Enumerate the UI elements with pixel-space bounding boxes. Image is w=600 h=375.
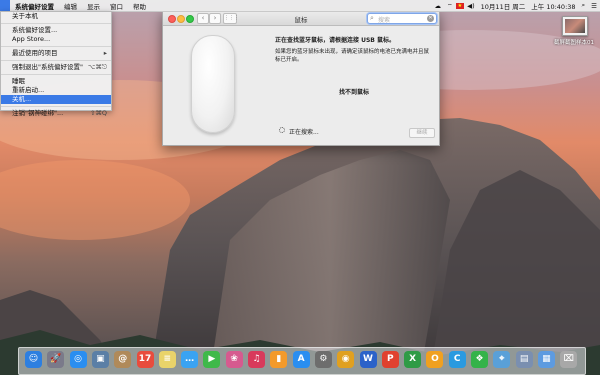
magic-mouse-illustration xyxy=(191,35,235,133)
dock-wps-writer-icon[interactable]: W xyxy=(359,351,377,368)
dock: ☺ 🚀 ◎ ▣ @17 ≡ … ▶ ❀ ♫ ▮ A ⚙ ◉ W P X O C ❖ ⌖ ▤ ▦ ⌧ xyxy=(18,347,586,375)
menu-item-system-preferences[interactable]: 系统偏好设置... xyxy=(1,26,111,35)
menu-app-name[interactable]: 系统偏好设置 xyxy=(10,1,59,11)
menu-item-app-store[interactable]: App Store... xyxy=(1,35,111,44)
not-found-label: 找不到鼠标 xyxy=(339,89,370,96)
menu-item-sleep[interactable]: 睡眠 xyxy=(1,77,111,86)
menu-separator xyxy=(1,46,111,47)
dock-maps-icon[interactable]: ⌖ xyxy=(493,351,511,368)
desktop-file-icon[interactable] xyxy=(562,16,588,36)
dock-wps-spreadsheet-icon[interactable]: X xyxy=(404,351,422,368)
notification-center-icon[interactable]: ☰ xyxy=(588,2,600,10)
status-area: ☁ ⌔ ★ ◀) 10月11日 周二 上午 10:40:38 ⌕ ☰ xyxy=(431,1,600,11)
menu-item-recent-items[interactable]: 最近使用的项目 ▸ xyxy=(1,49,111,58)
menu-help[interactable]: 帮助 xyxy=(128,1,151,11)
dock-books-icon[interactable]: ▮ xyxy=(270,351,288,368)
apple-menu-button[interactable] xyxy=(0,0,10,11)
mouse-preferences-window: ‹ › ⋮⋮⋮ 鼠标 ⌕ 搜索 ✕ 正在查找蓝牙鼠标，请根据连接 USB 鼠标。… xyxy=(162,10,440,146)
clear-search-icon[interactable]: ✕ xyxy=(427,15,434,22)
dock-safari-icon[interactable]: ◎ xyxy=(69,351,87,368)
cloud-icon[interactable]: ☁ xyxy=(431,2,444,10)
dock-music-icon[interactable]: ♫ xyxy=(248,351,265,368)
menu-separator xyxy=(1,60,111,61)
menu-item-recent-label: 最近使用的项目 xyxy=(12,49,58,57)
hint-message-line2: 标已开启。 xyxy=(275,57,303,63)
continue-button[interactable]: 继续 xyxy=(409,128,435,138)
input-source-flag-icon[interactable]: ★ xyxy=(455,2,465,9)
spotlight-search-icon[interactable]: ⌕ xyxy=(579,1,589,10)
shortcut-label: ⇧⌘Q xyxy=(89,109,107,117)
menu-item-force-quit[interactable]: 强制退出"系统偏好设置" ⌥⌘⎋ xyxy=(1,63,111,72)
hint-message-line1: 如果您的蓝牙鼠标未出现，请确定该鼠标的电池已充满电并且鼠 xyxy=(275,49,430,55)
dock-system-preferences-icon[interactable]: ⚙ xyxy=(314,351,332,368)
apple-dropdown-menu: 关于本机 系统偏好设置... App Store... 最近使用的项目 ▸ 强制… xyxy=(0,11,112,117)
search-placeholder: 搜索 xyxy=(378,17,391,24)
menu-item-logout-label: 注销"钢神碰绑"... xyxy=(12,109,64,117)
dock-app-store-icon[interactable]: A xyxy=(292,351,310,368)
menu-item-force-quit-label: 强制退出"系统偏好设置" xyxy=(12,63,83,71)
searching-message: 正在查找蓝牙鼠标，请根据连接 USB 鼠标。 xyxy=(275,37,395,44)
loading-spinner-icon xyxy=(279,127,285,133)
search-icon: ⌕ xyxy=(370,14,374,22)
menu-edit[interactable]: 编辑 xyxy=(59,1,82,11)
dock-chrome-icon[interactable]: ◉ xyxy=(337,351,355,368)
menu-separator xyxy=(1,106,111,107)
dock-trash-icon[interactable]: ⌧ xyxy=(560,351,578,368)
dock-facetime-icon[interactable]: ▶ xyxy=(203,351,221,368)
clock-time[interactable]: 上午 10:40:38 xyxy=(528,1,578,11)
dock-calendar-icon[interactable]: 17 xyxy=(136,351,154,368)
menu-item-logout[interactable]: 注销"钢神碰绑"... ⇧⌘Q xyxy=(1,109,111,118)
dock-downloads-icon[interactable]: ▦ xyxy=(537,351,555,368)
window-titlebar[interactable]: ‹ › ⋮⋮⋮ 鼠标 ⌕ 搜索 ✕ xyxy=(163,11,439,26)
dock-launchpad-icon[interactable]: 🚀 xyxy=(47,351,65,368)
shortcut-label: ⌥⌘⎋ xyxy=(87,63,107,71)
dock-finder-icon[interactable]: ☺ xyxy=(25,351,42,368)
desktop-file-label[interactable]: 截屏截图样本01 xyxy=(550,38,598,46)
dock-contacts-icon[interactable]: @ xyxy=(114,351,132,368)
dock-qq-icon[interactable]: C xyxy=(448,351,466,368)
dock-orange-app-icon[interactable]: O xyxy=(426,351,444,368)
dock-wechat-icon[interactable]: ❖ xyxy=(471,351,488,368)
menu-item-shutdown[interactable]: 关机... xyxy=(1,95,111,104)
dock-preview-icon[interactable]: ▤ xyxy=(515,351,533,368)
menu-item-restart[interactable]: 重新启动... xyxy=(1,86,111,95)
menu-item-about[interactable]: 关于本机 xyxy=(1,12,111,21)
menu-window[interactable]: 窗口 xyxy=(105,1,128,11)
dock-wps-presentation-icon[interactable]: P xyxy=(381,351,399,368)
dock-messages-icon[interactable]: … xyxy=(181,351,199,368)
submenu-arrow-icon: ▸ xyxy=(103,49,107,57)
volume-icon[interactable]: ◀) xyxy=(464,2,478,10)
menu-separator xyxy=(1,23,111,24)
search-field[interactable]: ⌕ 搜索 ✕ xyxy=(367,13,437,24)
file-thumbnail xyxy=(565,19,585,33)
wifi-icon[interactable]: ⌔ xyxy=(444,2,456,10)
dock-photo-preview-icon[interactable]: ▣ xyxy=(91,351,109,368)
menu-separator xyxy=(1,74,111,75)
dock-photos-icon[interactable]: ❀ xyxy=(225,351,243,368)
searching-status: 正在搜索... xyxy=(289,129,319,136)
dock-notes-icon[interactable]: ≡ xyxy=(158,351,176,368)
menu-view[interactable]: 显示 xyxy=(82,1,105,11)
clock-date[interactable]: 10月11日 周二 xyxy=(478,1,529,11)
